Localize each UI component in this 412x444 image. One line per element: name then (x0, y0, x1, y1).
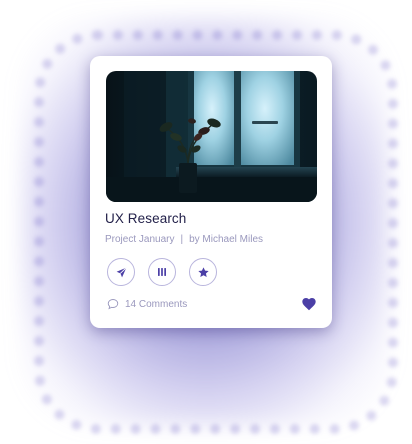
star-icon (197, 266, 209, 277)
card-title: UX Research (105, 211, 187, 226)
comments-count: 14 Comments (125, 298, 188, 310)
like-button[interactable] (301, 296, 317, 312)
meta-separator: | (180, 234, 184, 245)
favorite-button[interactable] (189, 258, 217, 286)
send-icon (116, 266, 127, 277)
comments-link[interactable]: 14 Comments (107, 298, 187, 310)
author-name[interactable]: by Michael Miles (189, 234, 263, 245)
project-name: Project January (105, 234, 175, 245)
heart-icon (302, 298, 316, 311)
columns-icon (158, 268, 166, 276)
card-photo (106, 71, 317, 202)
columns-button[interactable] (148, 258, 176, 286)
send-button[interactable] (107, 258, 135, 286)
card-meta: Project January | by Michael Miles (105, 234, 263, 245)
card-actions (107, 258, 217, 286)
comment-icon (107, 299, 119, 310)
project-card: UX Research Project January | by Michael M… (90, 56, 332, 328)
